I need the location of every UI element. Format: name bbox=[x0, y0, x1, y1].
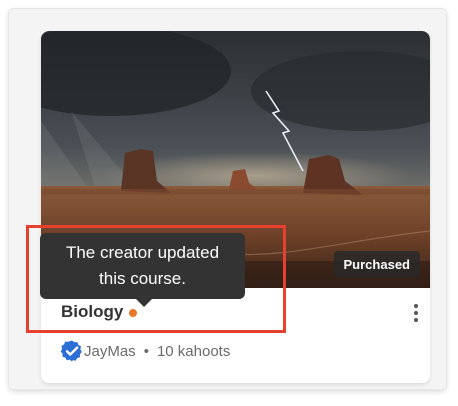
more-dot bbox=[414, 318, 418, 322]
verified-badge-icon bbox=[60, 340, 82, 362]
purchased-badge: Purchased bbox=[333, 251, 420, 278]
more-dot bbox=[414, 304, 418, 308]
meta-separator: • bbox=[143, 342, 149, 360]
annotation-highlight-box bbox=[26, 225, 286, 333]
kahoot-count: 10 kahoots bbox=[156, 342, 231, 360]
course-meta: JayMas • 10 kahoots bbox=[60, 339, 230, 363]
creator-name-link[interactable]: JayMas bbox=[84, 343, 136, 360]
more-dot bbox=[414, 311, 418, 315]
more-options-icon[interactable] bbox=[406, 299, 426, 327]
